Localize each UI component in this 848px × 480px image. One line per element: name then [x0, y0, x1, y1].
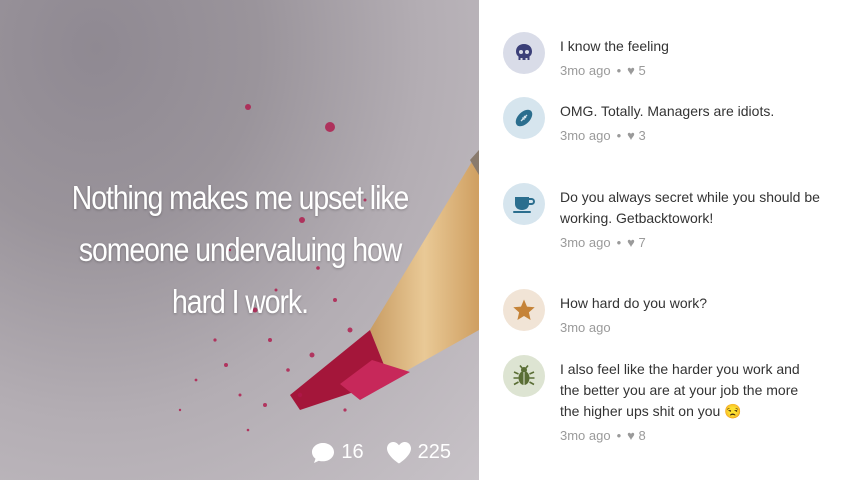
avatar[interactable]: [503, 183, 545, 225]
comment-time: 3mo ago: [560, 63, 611, 78]
avatar[interactable]: [503, 97, 545, 139]
comment-time: 3mo ago: [560, 320, 611, 335]
comment-text: I know the feeling: [560, 38, 669, 54]
football-icon: [515, 109, 533, 127]
comment-meta: 3mo ago: [560, 320, 820, 335]
comment-meta: 3mo ago • ♥ 5: [560, 63, 646, 78]
comment-likes[interactable]: ♥ 8: [627, 428, 646, 443]
bug-icon: [513, 365, 535, 386]
skull-icon: [516, 44, 532, 60]
comment-likes[interactable]: ♥ 5: [627, 63, 646, 78]
comment-meta: 3mo ago • ♥ 7: [560, 235, 646, 250]
post-text: Nothing makes me upset like someone unde…: [71, 179, 410, 320]
comments-panel: I know the feeling 3mo ago • ♥ 5 OMG. Tota…: [479, 0, 848, 480]
comment-time: 3mo ago: [560, 128, 611, 143]
post-card[interactable]: Nothing makes me upset like someone unde…: [0, 0, 479, 480]
avatar[interactable]: [503, 355, 545, 397]
comment-likes[interactable]: ♥ 3: [627, 128, 646, 143]
coffee-cup-icon: [513, 197, 535, 213]
like-button[interactable]: 225: [386, 441, 451, 464]
comment-count-button[interactable]: 16: [311, 441, 364, 464]
comment-time: 3mo ago: [560, 235, 611, 250]
comment-count: 16: [341, 441, 364, 463]
post-stats: 16 225: [289, 441, 451, 464]
comment-text: How hard do you work?: [560, 295, 708, 311]
star-icon: [513, 299, 535, 320]
comment-time: 3mo ago: [560, 428, 611, 443]
heart-icon: [386, 442, 411, 464]
speech-bubble-icon: [312, 442, 335, 463]
comment-text: I also feel like the harder you work and…: [560, 361, 800, 419]
comment-meta: 3mo ago • ♥ 3: [560, 128, 646, 143]
comment-text: OMG. Totally. Managers are idiots.: [560, 103, 775, 119]
comment-meta: 3mo ago • ♥ 8: [560, 428, 646, 443]
avatar[interactable]: [503, 32, 545, 74]
like-count: 225: [417, 441, 451, 463]
comment-text: Do you always secret while you should be…: [560, 189, 820, 226]
comment-likes[interactable]: ♥ 7: [627, 235, 646, 250]
avatar[interactable]: [503, 289, 545, 331]
